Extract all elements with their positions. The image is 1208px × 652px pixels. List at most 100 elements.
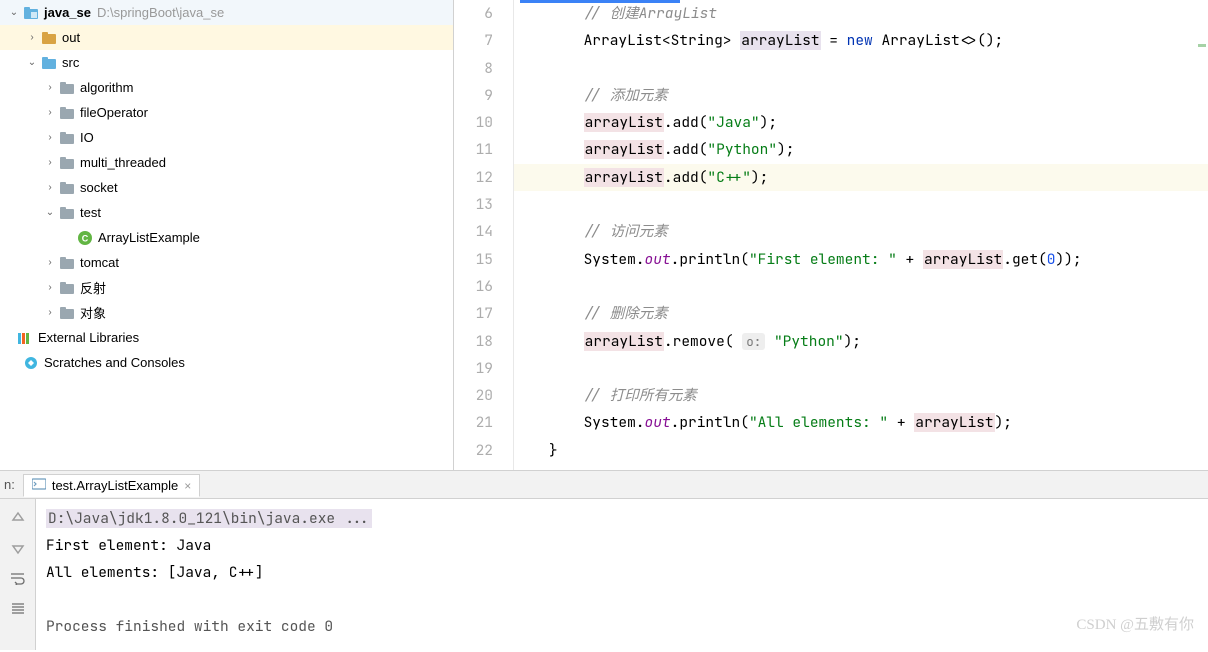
code-line[interactable]: // 删除元素 bbox=[514, 300, 1208, 327]
tree-arrow-icon[interactable]: › bbox=[42, 182, 58, 193]
code-line[interactable]: // 添加元素 bbox=[514, 82, 1208, 109]
tree-item-tomcat[interactable]: ›tomcat bbox=[0, 250, 453, 275]
code-line[interactable]: ArrayList<String> arrayList = new ArrayL… bbox=[514, 27, 1208, 54]
tree-item-反射[interactable]: › 反射 bbox=[0, 275, 453, 300]
code-line[interactable]: System.out.println("All elements: " + ar… bbox=[514, 409, 1208, 436]
tree-label: ArrayListExample bbox=[98, 230, 200, 245]
gutter-line-number: 10 bbox=[454, 109, 493, 136]
folder-grey-icon bbox=[58, 280, 76, 296]
tree-arrow-icon[interactable]: › bbox=[42, 282, 58, 293]
code-line[interactable]: arrayList.remove( o: "Python"); bbox=[514, 328, 1208, 355]
tree-item-socket[interactable]: › socket bbox=[0, 175, 453, 200]
gutter-line-number: 21 bbox=[454, 409, 493, 436]
code-line[interactable]: // 访问元素 bbox=[514, 218, 1208, 245]
arrow-up-icon[interactable] bbox=[6, 507, 30, 529]
folder-orange-icon bbox=[40, 30, 58, 46]
console-line: All elements: [Java, C++] bbox=[46, 559, 1198, 586]
tree-arrow-icon[interactable]: ⌄ bbox=[24, 57, 40, 68]
run-tab-label: test.ArrayListExample bbox=[52, 478, 178, 493]
console-line: First element: Java bbox=[46, 532, 1198, 559]
close-icon[interactable]: × bbox=[184, 479, 191, 493]
tree-label: out bbox=[62, 30, 80, 45]
code-line[interactable]: // 创建ArrayList bbox=[514, 0, 1208, 27]
svg-text:C: C bbox=[82, 233, 89, 243]
tree-item-scratches-and-consoles[interactable]: ›Scratches and Consoles bbox=[0, 350, 453, 375]
code-line[interactable] bbox=[514, 191, 1208, 218]
folder-grey-icon bbox=[58, 155, 76, 171]
gutter-line-number: 12 bbox=[454, 164, 493, 191]
tree-arrow-icon[interactable]: › bbox=[42, 82, 58, 93]
folder-grey-icon bbox=[58, 305, 76, 321]
tree-item-对象[interactable]: ›对象 bbox=[0, 300, 453, 325]
folder-grey-icon bbox=[58, 255, 76, 271]
tree-item-external-libraries[interactable]: ›External Libraries bbox=[0, 325, 453, 350]
console-line: Process finished with exit code 0 bbox=[46, 613, 1198, 640]
code-line[interactable] bbox=[514, 355, 1208, 382]
folder-grey-icon bbox=[58, 130, 76, 146]
code-line[interactable]: } bbox=[514, 437, 1208, 464]
tree-arrow-icon[interactable]: › bbox=[42, 307, 58, 318]
tree-label: src bbox=[62, 55, 79, 70]
scroll-to-end-icon[interactable] bbox=[6, 597, 30, 619]
tree-item-java_se[interactable]: ⌄java_seD:\springBoot\java_se bbox=[0, 0, 453, 25]
code-line[interactable]: arrayList.add("Python"); bbox=[514, 136, 1208, 163]
code-line[interactable]: System.out.println("First element: " + a… bbox=[514, 246, 1208, 273]
tree-label: test bbox=[80, 205, 101, 220]
run-tab-active[interactable]: test.ArrayListExample × bbox=[23, 474, 200, 497]
gutter-line-number: 11 bbox=[454, 136, 493, 163]
tree-arrow-icon[interactable]: › bbox=[42, 257, 58, 268]
code-line[interactable]: arrayList.add("Java"); bbox=[514, 109, 1208, 136]
gutter-line-number: 9 bbox=[454, 82, 493, 109]
active-tab-indicator bbox=[520, 0, 680, 3]
gutter-line-number: 18 bbox=[454, 328, 493, 355]
tree-arrow-icon[interactable]: › bbox=[24, 32, 40, 43]
folder-grey-icon bbox=[58, 105, 76, 121]
code-line[interactable] bbox=[514, 273, 1208, 300]
tree-arrow-icon[interactable]: › bbox=[42, 132, 58, 143]
tree-arrow-icon[interactable]: › bbox=[42, 157, 58, 168]
tree-item-src[interactable]: ⌄ src bbox=[0, 50, 453, 75]
console-line: D:\Java\jdk1.8.0_121\bin\java.exe ... bbox=[46, 505, 1198, 532]
code-line[interactable]: // 打印所有元素 bbox=[514, 382, 1208, 409]
watermark-text: CSDN @五敷有你 bbox=[1076, 613, 1194, 634]
tree-label: Scratches and Consoles bbox=[44, 355, 185, 370]
project-tree[interactable]: ⌄java_seD:\springBoot\java_se › out ⌄ src › al… bbox=[0, 0, 454, 470]
tree-item-out[interactable]: › out bbox=[0, 25, 453, 50]
gutter-line-number: 14 bbox=[454, 218, 493, 245]
tree-label: IO bbox=[80, 130, 94, 145]
gutter-line-number: 7 bbox=[454, 27, 493, 54]
gutter-line-number: 15 bbox=[454, 246, 493, 273]
run-label: n: bbox=[4, 477, 15, 492]
gutter-line-number: 19 bbox=[454, 355, 493, 382]
console-output[interactable]: D:\Java\jdk1.8.0_121\bin\java.exe ...Fir… bbox=[36, 499, 1208, 650]
tree-arrow-icon[interactable]: ⌄ bbox=[42, 207, 58, 218]
tree-item-test[interactable]: ⌄ test bbox=[0, 200, 453, 225]
tree-label: 反射 bbox=[80, 278, 106, 297]
editor-code-area[interactable]: // 创建ArrayList ArrayList<String> arrayLi… bbox=[514, 0, 1208, 470]
gutter-line-number: 6 bbox=[454, 0, 493, 27]
tree-label: algorithm bbox=[80, 80, 133, 95]
arrow-down-icon[interactable] bbox=[6, 537, 30, 559]
editor-scrollbar[interactable] bbox=[1196, 4, 1208, 464]
console-line bbox=[46, 586, 1198, 613]
code-line[interactable]: arrayList.add("C++"); bbox=[514, 164, 1208, 191]
tree-item-multi_threaded[interactable]: ›multi_threaded bbox=[0, 150, 453, 175]
tree-item-arraylistexample[interactable]: C ArrayListExample bbox=[0, 225, 453, 250]
tree-item-algorithm[interactable]: › algorithm bbox=[0, 75, 453, 100]
tree-arrow-icon[interactable]: › bbox=[42, 107, 58, 118]
code-editor[interactable]: 678910111213141516171819202122 // 创建Arra… bbox=[454, 0, 1208, 470]
tree-label: socket bbox=[80, 180, 118, 195]
module-icon bbox=[22, 5, 40, 21]
folder-grey-icon bbox=[58, 180, 76, 196]
gutter-line-number: 20 bbox=[454, 382, 493, 409]
folder-blue-icon bbox=[40, 55, 58, 71]
main-split: ⌄java_seD:\springBoot\java_se › out ⌄ src › al… bbox=[0, 0, 1208, 470]
code-line[interactable] bbox=[514, 55, 1208, 82]
soft-wrap-icon[interactable] bbox=[6, 567, 30, 589]
tree-item-io[interactable]: › IO bbox=[0, 125, 453, 150]
tree-arrow-icon[interactable]: ⌄ bbox=[6, 7, 22, 18]
tree-path: D:\springBoot\java_se bbox=[97, 5, 224, 20]
folder-grey-icon bbox=[58, 80, 76, 96]
editor-gutter: 678910111213141516171819202122 bbox=[454, 0, 514, 470]
tree-item-fileoperator[interactable]: ›fileOperator bbox=[0, 100, 453, 125]
